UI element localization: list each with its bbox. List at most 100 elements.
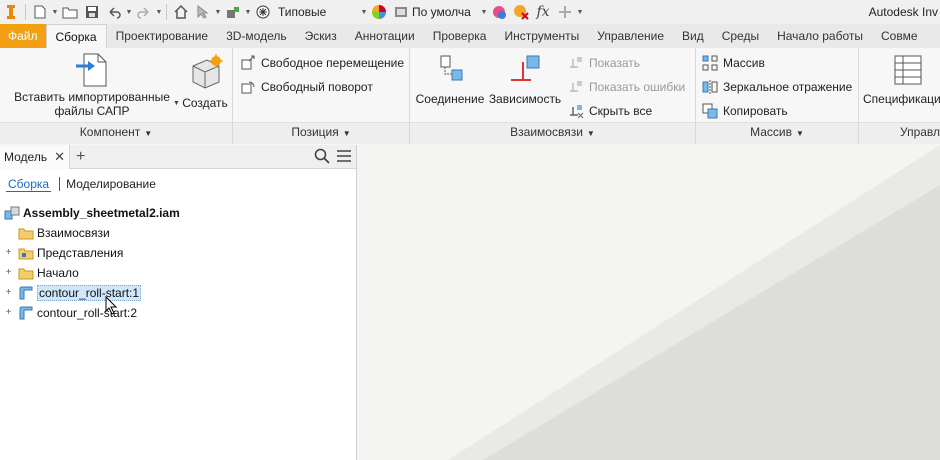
panel-relationships-title[interactable]: Взаимосвязи ▼: [410, 123, 695, 141]
redo-dropdown[interactable]: ▼: [155, 3, 163, 21]
tab-tools[interactable]: Инструменты: [495, 24, 588, 48]
expand-icon[interactable]: +: [4, 288, 13, 298]
origin-folder-icon: [18, 265, 34, 281]
parameters-icon[interactable]: fx: [534, 3, 552, 21]
show-button[interactable]: Показать: [568, 53, 640, 73]
pattern-button[interactable]: Массив: [702, 53, 765, 73]
place-dropdown[interactable]: ▼: [173, 100, 180, 107]
panel-component-title[interactable]: Компонент ▼: [0, 123, 232, 141]
mode-assembly-link[interactable]: Сборка: [6, 177, 52, 192]
create-label: Создать: [182, 96, 228, 110]
redo-icon[interactable]: [135, 3, 153, 21]
bom-icon: [891, 52, 923, 86]
tree-origin[interactable]: + Начало: [6, 263, 79, 283]
mirror-icon: [702, 79, 718, 95]
tab-manage[interactable]: Управление: [588, 24, 673, 48]
add-tab-icon[interactable]: +: [76, 148, 85, 166]
adjust-appearance-icon[interactable]: [490, 3, 508, 21]
tab-design[interactable]: Проектирование: [107, 24, 218, 48]
tab-model[interactable]: Модель ✕: [0, 144, 70, 169]
tab-assembly[interactable]: Сборка: [45, 24, 107, 48]
undo-dropdown[interactable]: ▼: [125, 3, 133, 21]
select-icon[interactable]: [194, 3, 212, 21]
color-wheel-icon[interactable]: [370, 3, 388, 21]
expand-icon[interactable]: +: [4, 268, 13, 278]
joint-button[interactable]: Соединение: [414, 52, 486, 106]
expand-icon[interactable]: +: [4, 248, 13, 258]
tree-part-2[interactable]: + contour_roll-start:2: [6, 303, 137, 323]
open-folder-icon[interactable]: [61, 3, 79, 21]
appearance-icon[interactable]: [392, 3, 410, 21]
show-sick-button[interactable]: Показать ошибки: [568, 77, 685, 97]
tab-inspect[interactable]: Проверка: [424, 24, 496, 48]
free-move-button[interactable]: Свободное перемещение: [240, 53, 404, 73]
undo-icon[interactable]: [105, 3, 123, 21]
material-select[interactable]: Типовые: [274, 3, 358, 21]
tree-root[interactable]: Assembly_sheetmetal2.iam: [4, 203, 180, 223]
select-dropdown[interactable]: ▼: [214, 3, 222, 21]
panel-manage: Спецификация Управл: [859, 48, 940, 144]
copy-button[interactable]: Копировать: [702, 101, 788, 121]
show-icon: [568, 55, 584, 71]
graphics-window[interactable]: [358, 145, 940, 460]
panel-position-label: Позиция: [291, 125, 339, 139]
pattern-label: Массив: [723, 56, 765, 70]
app-logo-icon[interactable]: [2, 3, 20, 21]
new-file-icon[interactable]: [31, 3, 49, 21]
menu-icon[interactable]: [336, 148, 352, 167]
tree-representations[interactable]: + Представления: [6, 243, 124, 263]
tree-part-1[interactable]: + contour_roll-start:1: [6, 283, 142, 303]
update-dropdown[interactable]: ▼: [244, 3, 252, 21]
panel-manage-title[interactable]: Управл: [859, 123, 940, 141]
browser-tabs: Модель ✕ +: [0, 144, 356, 169]
tab-view[interactable]: Вид: [673, 24, 713, 48]
expand-icon[interactable]: +: [4, 308, 13, 318]
appearance-select-value: По умолча: [412, 5, 471, 19]
search-icon[interactable]: [314, 148, 330, 167]
tree-root-label: Assembly_sheetmetal2.iam: [23, 206, 180, 220]
material-dropdown[interactable]: ▼: [360, 3, 368, 21]
free-move-icon: [240, 55, 256, 71]
material-icon[interactable]: [254, 3, 272, 21]
tab-collaborate[interactable]: Совме: [872, 24, 927, 48]
tab-get-started[interactable]: Начало работы: [768, 24, 872, 48]
model-browser: Модель ✕ + Сборка Моделирование Assembly_…: [0, 144, 357, 460]
save-icon[interactable]: [83, 3, 101, 21]
appearance-select[interactable]: По умолча: [412, 3, 476, 21]
panel-manage-label: Управл: [900, 125, 940, 139]
close-icon[interactable]: ✕: [54, 149, 65, 165]
tab-3d-model[interactable]: 3D-модель: [217, 24, 296, 48]
panel-relationships: Соединение Зависимость Показать Показать…: [410, 48, 696, 144]
add-icon[interactable]: [556, 3, 574, 21]
create-button[interactable]: Создать: [180, 54, 230, 110]
mirror-button[interactable]: Зеркальное отражение: [702, 77, 852, 97]
tree-relationships[interactable]: Взаимосвязи: [18, 223, 110, 243]
constrain-button[interactable]: Зависимость: [488, 52, 562, 106]
ribbon: Вставить импортированные файлы САПР ▼ Со…: [0, 48, 940, 144]
tab-environments[interactable]: Среды: [713, 24, 768, 48]
free-rotate-label: Свободный поворот: [261, 80, 373, 94]
hide-all-button[interactable]: Скрыть все: [568, 101, 652, 121]
mode-modeling-link[interactable]: Моделирование: [66, 177, 156, 191]
update-icon[interactable]: [224, 3, 242, 21]
hide-all-icon: [568, 103, 584, 119]
tab-sketch[interactable]: Эскиз: [296, 24, 346, 48]
panel-pattern-title[interactable]: Массив ▼: [696, 123, 858, 141]
panel-position: Свободное перемещение Свободный поворот …: [233, 48, 410, 144]
free-rotate-button[interactable]: Свободный поворот: [240, 77, 373, 97]
panel-position-title[interactable]: Позиция ▼: [233, 123, 409, 141]
tab-annotate[interactable]: Аннотации: [346, 24, 424, 48]
clear-appearance-icon[interactable]: [512, 3, 530, 21]
joint-icon: [434, 52, 466, 86]
appearance-dropdown[interactable]: ▼: [480, 3, 488, 21]
constrain-icon: [509, 52, 541, 86]
place-imported-cad-button[interactable]: Вставить импортированные файлы САПР: [8, 52, 176, 118]
sheetmetal-part-icon: [18, 285, 34, 301]
constrain-label: Зависимость: [488, 92, 562, 106]
create-component-icon: [189, 54, 223, 89]
home-icon[interactable]: [172, 3, 190, 21]
tab-file[interactable]: Файл: [0, 24, 46, 48]
bom-button[interactable]: Спецификация: [863, 52, 940, 106]
new-dropdown[interactable]: ▼: [51, 3, 59, 21]
customize-qat-dropdown[interactable]: ▼: [576, 3, 584, 21]
